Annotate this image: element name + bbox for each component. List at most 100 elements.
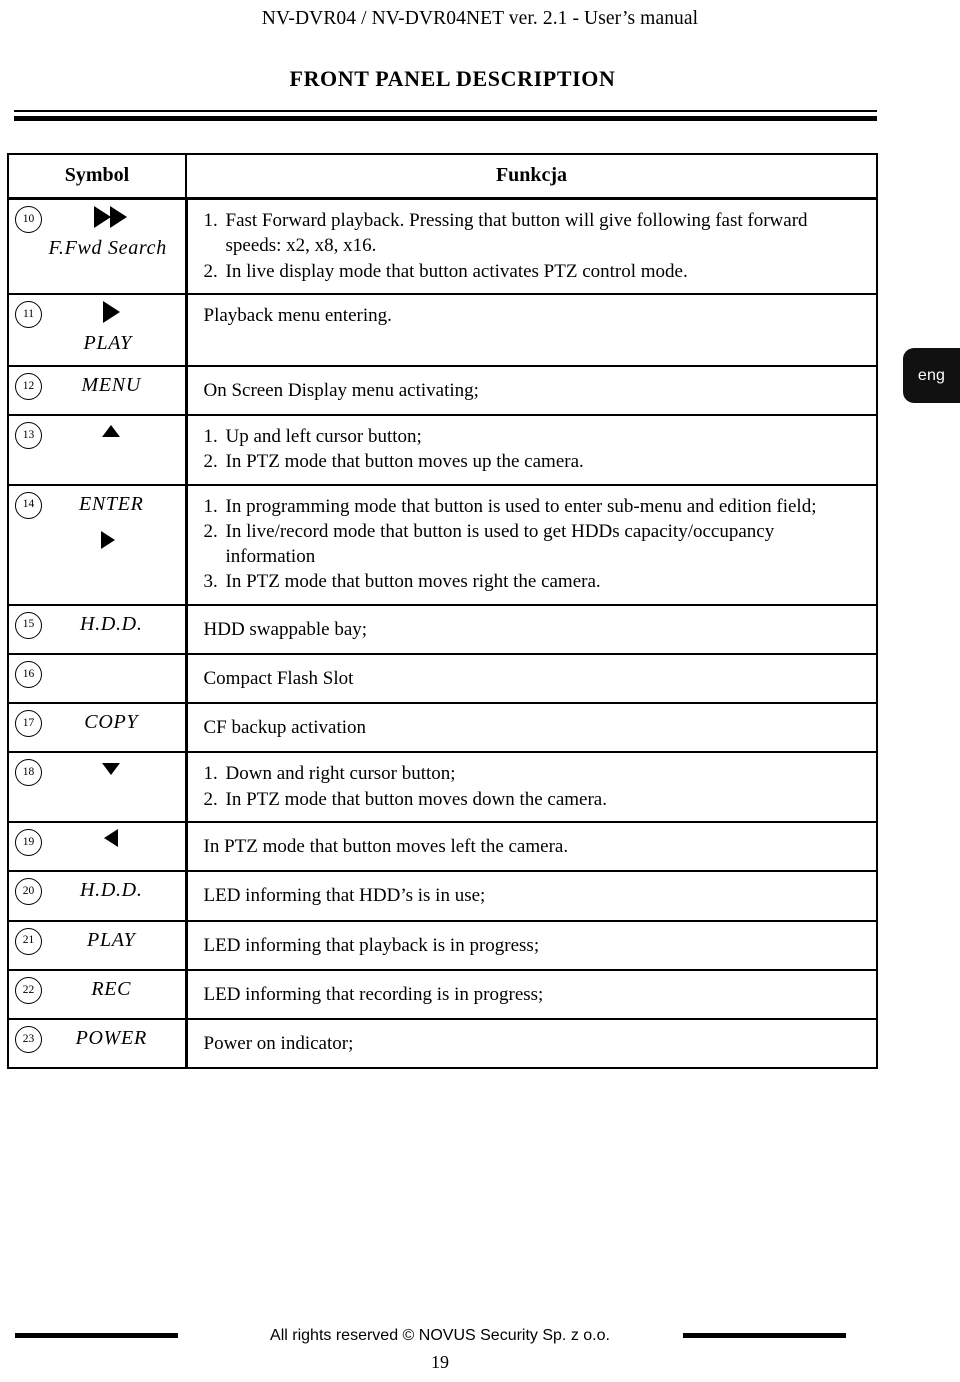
symbol-cell: 13 [7,414,188,486]
function-cell: LED informing that recording is in progr… [185,968,878,1021]
symbol-label: PLAY [83,331,132,354]
table-row: 19 In PTZ mode that button moves left th… [7,820,878,873]
function-text: LED informing that recording is in progr… [203,983,544,1005]
running-header: NV-DVR04 / NV-DVR04NET ver. 2.1 - User’s… [261,8,699,29]
symbol-caption: PLAY [15,328,179,355]
column-header-function: Funkcja [185,153,878,200]
callout-number: 16 [15,660,42,688]
list-item-number: 1. [203,210,218,231]
callout-number: 17 [15,710,42,738]
function-text: On Screen Display menu activating; [203,379,479,401]
symbol-graphic [42,829,179,848]
symbol-label: COPY [84,711,139,734]
cursor-down-icon [102,759,121,776]
list-item-number: 1. [203,763,218,785]
function-cell: LED informing that playback is in progre… [185,919,878,971]
list-item-number: 2. [203,451,218,473]
function-cell: CF backup activation [185,702,878,754]
function-cell: 1. In programming mode that button is us… [185,483,878,606]
symbol-graphic: MENU [42,373,179,397]
symbol-label: ENTER [78,492,144,515]
list-item-number: 2. [203,260,218,282]
symbol-graphic [42,300,179,323]
function-text: HDD swappable bay; [203,618,368,640]
symbol-cell: 21 PLAY [7,919,188,971]
symbol-graphic: PLAY [42,928,179,952]
symbol-cell: 12 MENU [7,364,188,417]
list-item-text: In PTZ mode that button moves up the cam… [225,451,584,473]
symbol-cell: 16 [7,652,188,705]
callout-number: 18 [15,759,42,787]
divider-thick-line [14,116,877,121]
callout-number: 19 [15,828,42,856]
callout-number: 13 [15,422,42,450]
function-text: Playback menu entering. [203,304,392,326]
table-row: 15 H.D.D. HDD swappable bay; [7,603,878,655]
function-list: 1. Down and right cursor button; 2. In P… [204,761,869,812]
symbol-cell: 17 COPY [7,702,188,754]
page-title: FRONT PANEL DESCRIPTION [289,66,616,91]
list-item-number: 3. [203,571,218,593]
column-header-symbol: Symbol [7,153,187,200]
list-item-text: In live/record mode that button is used … [225,520,775,568]
function-cell: HDD swappable bay; [185,603,878,655]
list-item: 1. Up and left cursor button; [204,424,869,449]
table-row: 14 ENTER 1. In programming mode that but… [7,483,878,606]
function-cell: 1. Down and right cursor button; 2. In P… [185,751,878,823]
symbol-label: F.Fwd Search [48,237,167,259]
function-text: LED informing that playback is in progre… [203,934,540,956]
symbol-cell: 11 PLAY [7,292,188,367]
callout-number: 20 [15,878,42,906]
callout-number: 11 [15,300,42,328]
symbol-cell: 15 H.D.D. [7,603,188,655]
symbol-caption: F.Fwd Search [15,233,179,260]
table-row: 11 PLAY Playback menu entering. [7,292,878,367]
symbol-cell: 18 [7,751,188,823]
function-cell: In PTZ mode that button moves left the c… [185,820,878,873]
callout-number: 23 [15,1026,42,1054]
function-text: CF backup activation [203,717,367,739]
callout-number: 22 [15,976,42,1004]
list-item: 3. In PTZ mode that button moves right t… [204,569,869,594]
symbol-graphic: ENTER [42,492,179,516]
table-row: 16 Compact Flash Slot [7,652,878,705]
function-list: 1. Fast Forward playback. Pressing that … [204,208,869,284]
page-number: 19 [431,1352,449,1372]
symbol-cell: 10 F.Fwd Search [7,197,188,295]
table-row: 17 COPY CF backup activation [7,702,878,754]
title-divider [14,110,877,121]
list-item: 1. Fast Forward playback. Pressing that … [204,208,869,259]
function-cell: 1. Fast Forward playback. Pressing that … [185,197,878,295]
symbol-graphic [42,206,179,228]
divider-thin-line [14,110,877,112]
function-list: 1. In programming mode that button is us… [204,494,869,595]
function-cell: Compact Flash Slot [185,652,878,705]
list-item: 2. In live/record mode that button is us… [204,519,869,570]
table-row: 20 H.D.D. LED informing that HDD’s is in… [7,870,878,922]
list-item-number: 1. [203,426,218,448]
list-item-number: 1. [203,495,218,517]
symbol-graphic: COPY [42,710,179,734]
table-row: 13 1. Up and left cursor button; 2. In P… [7,414,878,486]
list-item: 1. Down and right cursor button; [204,761,869,786]
table-row: 22 REC LED informing that recording is i… [7,968,878,1021]
list-item-text: Up and left cursor button; [225,426,422,448]
language-tab-eng[interactable]: eng [903,348,960,403]
list-item: 2. In PTZ mode that button moves down th… [204,787,869,812]
symbol-cell: 19 [7,820,188,873]
cursor-right-icon [100,524,115,549]
front-panel-description-table: Symbol Funkcja 10 F.Fwd Search 1. Fast F… [7,153,878,1070]
cursor-up-icon [102,422,121,439]
function-cell: Power on indicator; [185,1018,878,1070]
symbol-graphic [42,422,179,440]
function-cell: On Screen Display menu activating; [185,364,878,417]
symbol-label: REC [91,977,132,1000]
callout-number: 10 [15,206,42,233]
symbol-cell: 23 POWER [7,1018,188,1070]
list-item-text: Down and right cursor button; [225,763,456,785]
language-tab-label: eng [917,366,946,384]
list-item-text: In live display mode that button activat… [225,260,688,282]
footer-copyright: All rights reserved © NOVUS Security Sp.… [270,1327,610,1344]
symbol-graphic: REC [42,977,179,1001]
symbol-label: H.D.D. [79,612,143,635]
